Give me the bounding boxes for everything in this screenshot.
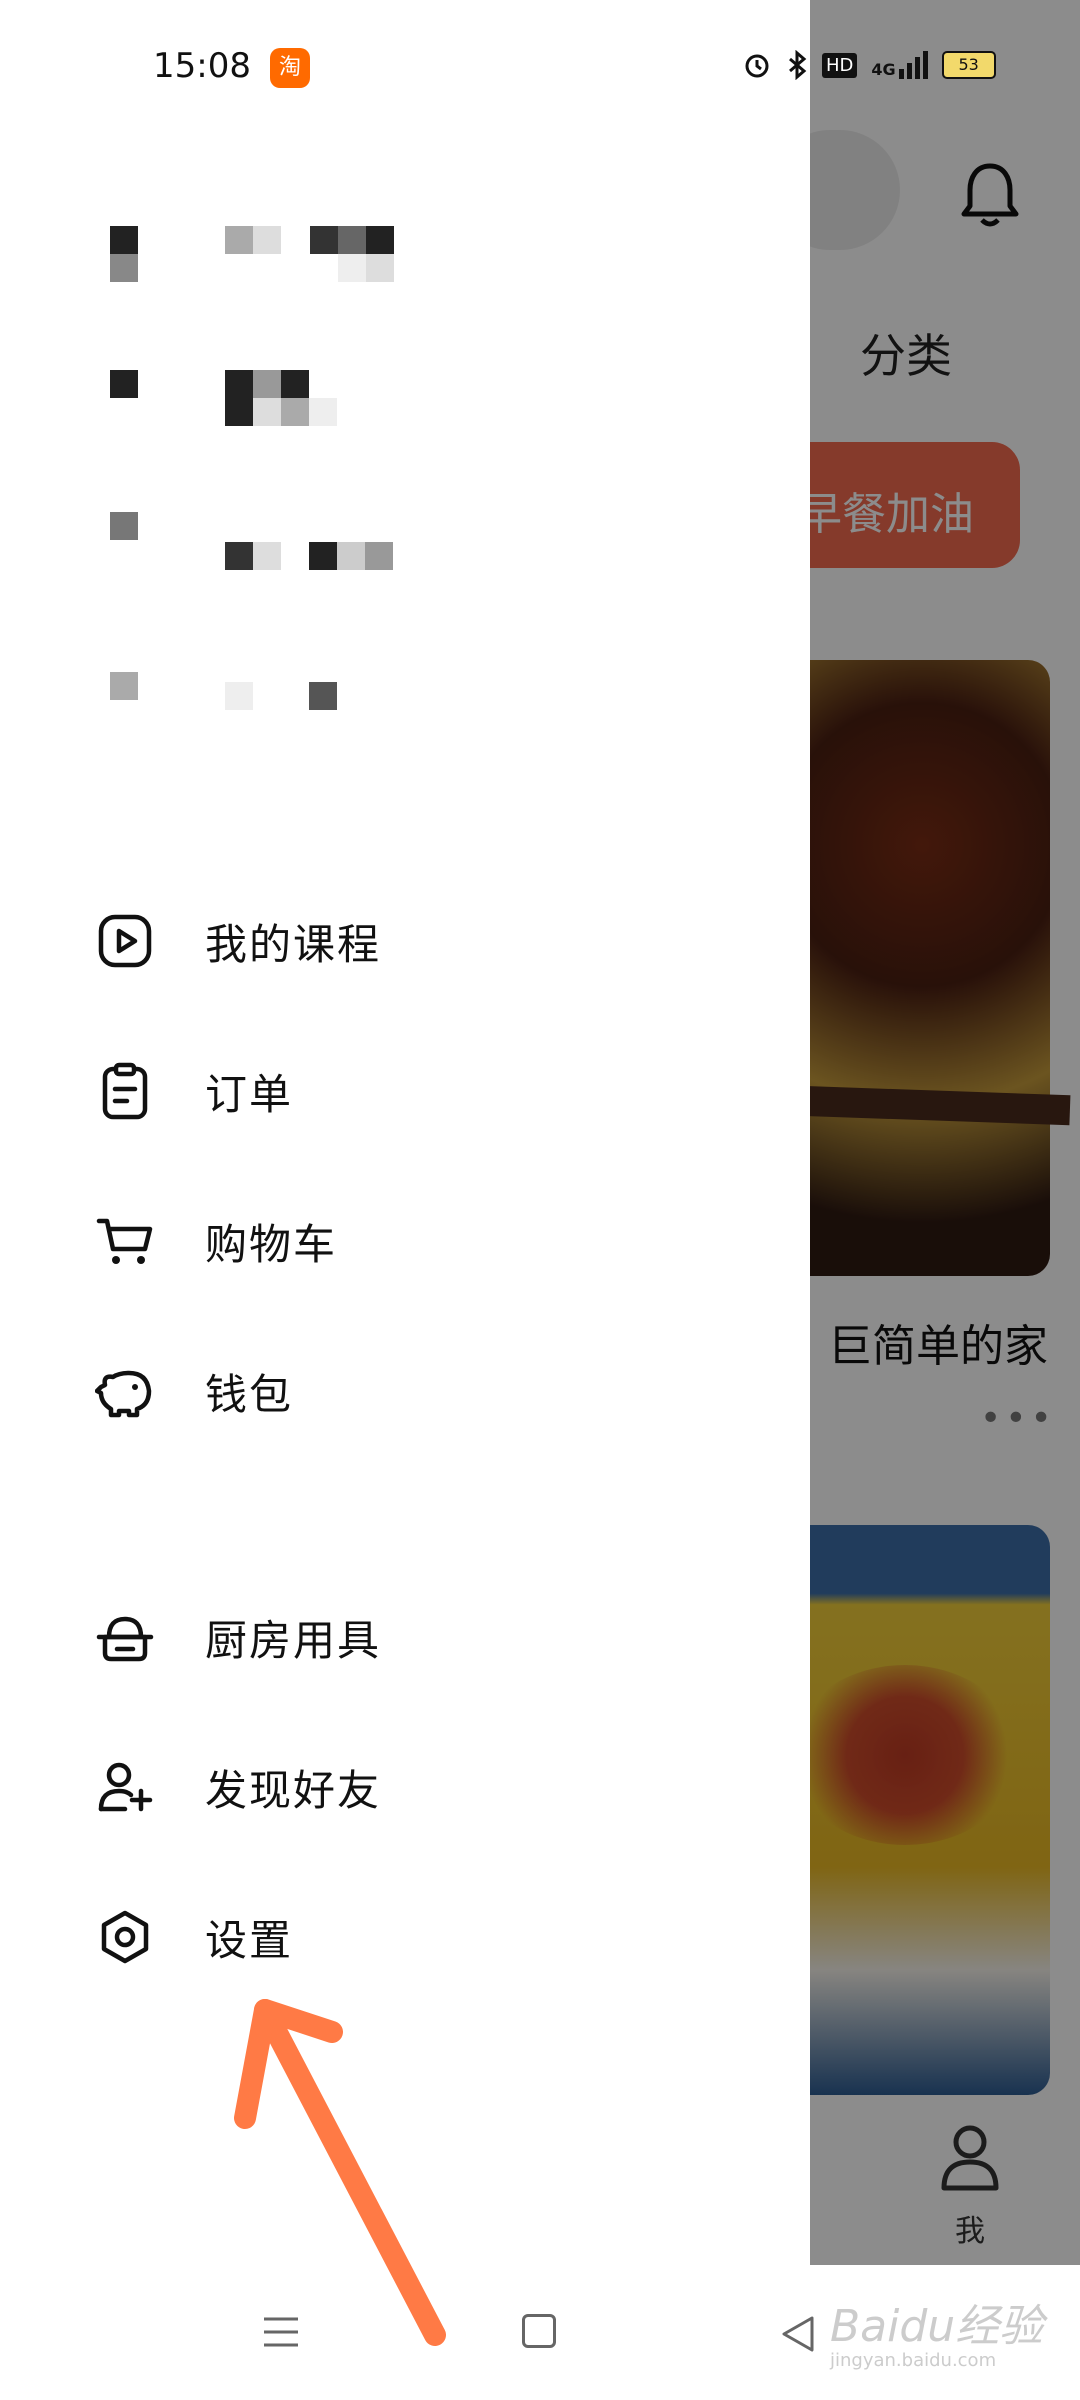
menu-label-my-courses: 我的课程 — [205, 919, 382, 969]
watermark-logo: Baidu经验 — [830, 2301, 1044, 2352]
signal-bar — [906, 63, 912, 79]
network-type-label: 4G — [871, 60, 896, 79]
signal-bar — [898, 69, 904, 79]
settings-icon — [101, 1910, 149, 1964]
kitchenware-icon — [96, 1616, 154, 1662]
alarm-icon — [745, 54, 769, 78]
signal-4g-icon: 4G — [871, 51, 928, 79]
status-time: 15:08 — [153, 46, 251, 86]
menu-item-cart[interactable]: 购物车 — [95, 1196, 695, 1286]
menu-label-find-friends: 发现好友 — [205, 1765, 382, 1815]
status-bar: 15:08 淘 HD 4G 53 — [0, 0, 1080, 138]
cart-icon — [96, 1218, 153, 1264]
back-icon[interactable] — [780, 2314, 816, 2354]
menu-item-my-courses[interactable]: 我的课程 — [95, 896, 695, 986]
battery-icon: 53 — [941, 51, 996, 79]
clipboard-icon — [102, 1062, 148, 1120]
menu-label-cart: 购物车 — [205, 1219, 338, 1269]
piggy-bank-icon — [95, 1370, 152, 1418]
hd-icon: HD — [822, 52, 858, 78]
recent-apps-icon[interactable] — [262, 2315, 300, 2349]
side-drawer: 我的课程 订单 购物车 钱包 厨房用具 发现好友 设置 — [0, 0, 810, 2265]
menu-item-kitchenware[interactable]: 厨房用具 — [95, 1592, 695, 1682]
signal-bar — [922, 51, 928, 79]
menu-item-orders[interactable]: 订单 — [95, 1046, 695, 1136]
taobao-app-icon: 淘 — [270, 48, 310, 88]
add-friend-icon — [98, 1762, 153, 1812]
menu-label-orders: 订单 — [205, 1069, 294, 1119]
status-icons: HD 4G 53 — [742, 50, 996, 80]
mosaic-user-info — [110, 220, 410, 740]
menu-item-wallet[interactable]: 钱包 — [95, 1346, 695, 1436]
menu-label-wallet: 钱包 — [205, 1369, 294, 1419]
menu-item-find-friends[interactable]: 发现好友 — [95, 1742, 695, 1832]
watermark-url: jingyan.baidu.com — [830, 2350, 997, 2371]
menu-label-settings: 设置 — [205, 1915, 294, 1965]
bluetooth-icon — [789, 50, 807, 80]
play-course-icon — [98, 914, 152, 968]
menu-label-kitchenware: 厨房用具 — [205, 1615, 382, 1665]
home-button-icon[interactable] — [522, 2314, 556, 2348]
signal-bar — [914, 57, 920, 79]
menu-item-settings[interactable]: 设置 — [95, 1892, 695, 1982]
